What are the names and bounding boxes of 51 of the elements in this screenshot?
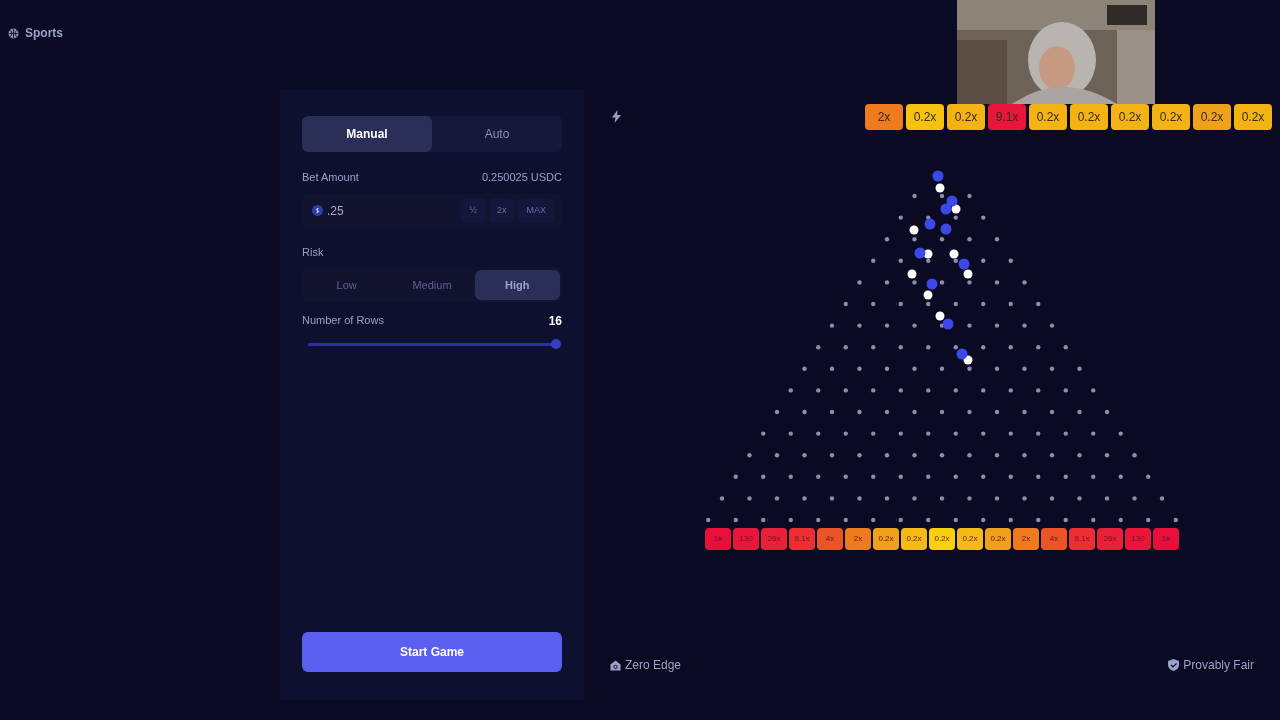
risk-option[interactable]: Low [304, 270, 390, 300]
mode-tab[interactable]: Manual [302, 116, 432, 152]
house-icon [610, 659, 621, 671]
result-chip: 0.2x [1029, 104, 1067, 130]
result-chip: 0.2x [1111, 104, 1149, 130]
result-chip: 2x [865, 104, 903, 130]
bet-modifier-button[interactable]: ½ [461, 198, 485, 223]
provably-fair-link[interactable]: Provably Fair [1183, 656, 1254, 674]
result-chip: 0.2x [1070, 104, 1108, 130]
slider-thumb[interactable] [551, 339, 561, 349]
coin-icon [312, 205, 323, 216]
balance-text: 0.250025 USDC [481, 170, 562, 185]
bet-value: .25 [327, 202, 344, 220]
multiplier-bucket: 4x [817, 528, 843, 550]
multiplier-bucket: 0.2x [901, 528, 927, 550]
multiplier-bucket: 4x [1041, 528, 1067, 550]
start-game-button[interactable]: Start Game [302, 632, 562, 672]
rows-value: 16 [548, 313, 562, 330]
result-chip: 0.2x [1152, 104, 1190, 130]
result-chip: 0.2x [1234, 104, 1272, 130]
sports-nav-item[interactable]: Sports [8, 24, 280, 42]
multiplier-bucket: 26x [1097, 528, 1123, 550]
multiplier-bucket: 130 [733, 528, 759, 550]
result-chip: 9.1x [988, 104, 1026, 130]
multiplier-bucket: 0.2x [957, 528, 983, 550]
result-chip: 0.2x [906, 104, 944, 130]
bet-modifier-button[interactable]: 2x [488, 198, 515, 223]
risk-option[interactable]: High [474, 270, 560, 300]
multiplier-bucket: 0.2x [985, 528, 1011, 550]
multiplier-bucket: 9.1x [1069, 528, 1095, 550]
shield-check-icon [1168, 659, 1180, 671]
result-chip: 0.2x [1193, 104, 1231, 130]
ball-icon [8, 27, 19, 39]
result-chip: 0.2x [947, 104, 985, 130]
zero-edge-link[interactable]: Zero Edge [625, 656, 682, 674]
multiplier-bucket: 0.2x [929, 528, 955, 550]
multiplier-bucket: 26x [761, 528, 787, 550]
rows-label: Number of Rows [302, 313, 384, 328]
risk-option[interactable]: Medium [389, 270, 475, 300]
multiplier-bucket: 1k [705, 528, 731, 550]
multiplier-bucket: 0.2x [873, 528, 899, 550]
multiplier-bucket: 130 [1125, 528, 1151, 550]
multiplier-bucket: 9.1x [789, 528, 815, 550]
mode-tab[interactable]: Auto [432, 116, 562, 152]
multiplier-bucket: 1k [1153, 528, 1179, 550]
multiplier-bucket: 2x [845, 528, 871, 550]
multiplier-bucket: 2x [1013, 528, 1039, 550]
risk-label: Risk [302, 244, 325, 260]
lightning-icon[interactable] [612, 110, 621, 123]
bet-modifier-button[interactable]: MAX [518, 198, 554, 223]
bet-amount-label: Bet Amount [302, 170, 359, 185]
